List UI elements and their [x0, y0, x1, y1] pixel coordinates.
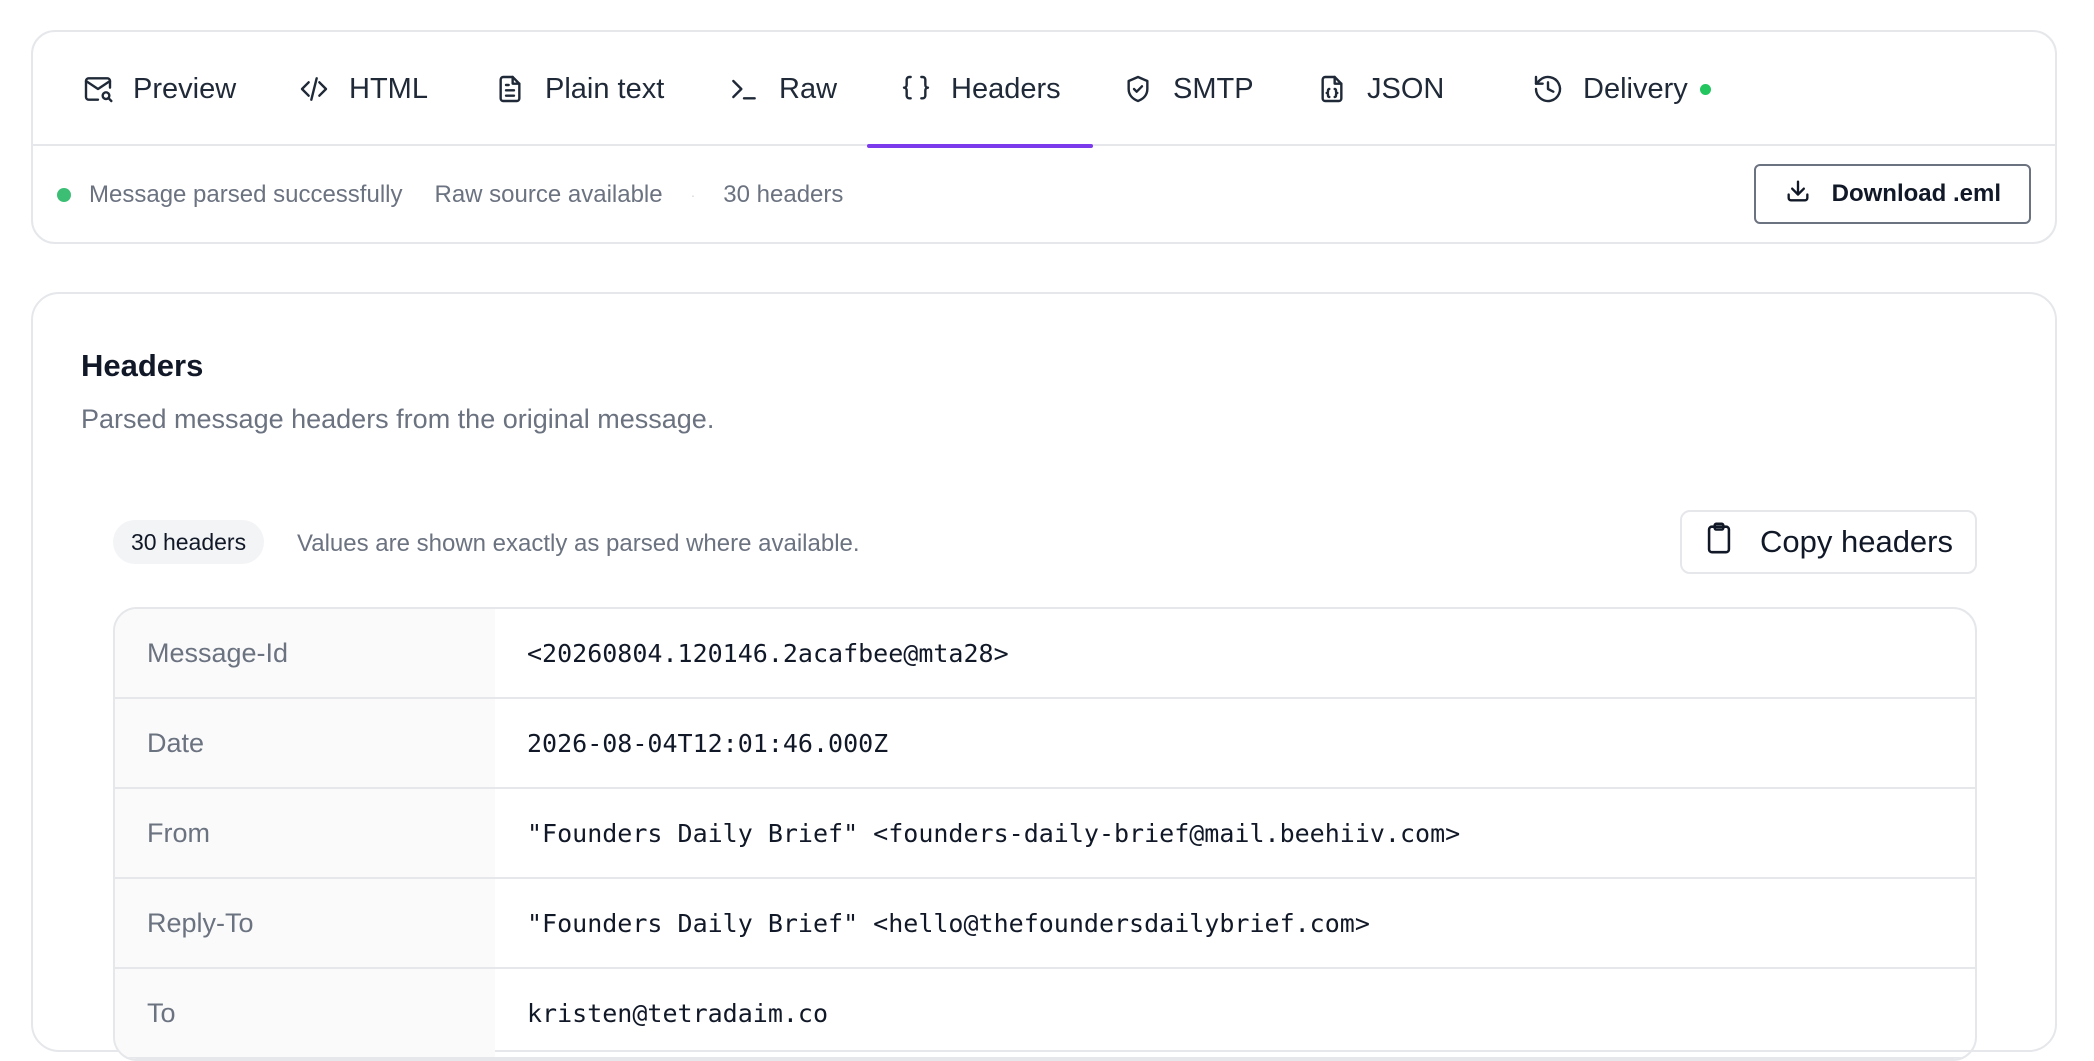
values-note: Values are shown exactly as parsed where… — [297, 530, 860, 557]
table-row: To kristen@tetradaim.co — [115, 969, 1975, 1059]
parse-status-text: Message parsed successfully — [89, 181, 403, 208]
tab-label: Raw — [779, 72, 838, 105]
tab-label: Preview — [133, 72, 237, 105]
tab-label: SMTP — [1173, 72, 1254, 105]
header-count-badge: 30 headers — [113, 520, 265, 564]
table-row: Reply-To "Founders Daily Brief" <hello@t… — [115, 879, 1975, 969]
page-subtitle: Parsed message headers from the original… — [81, 404, 715, 434]
header-value: "Founders Daily Brief" <founders-daily-b… — [527, 818, 1461, 848]
download-eml-button[interactable]: Download .eml — [1753, 164, 2031, 224]
tab-label: HTML — [349, 72, 428, 105]
tab-raw[interactable]: Raw — [727, 32, 837, 146]
parse-status-row: Message parsed successfully Raw source a… — [33, 146, 2055, 244]
copy-headers-label: Copy headers — [1759, 524, 1953, 559]
raw-source-text: Raw source available — [434, 181, 663, 208]
tab-plain-text[interactable]: Plain text — [493, 32, 664, 146]
header-value: 2026-08-04T12:01:46.000Z — [527, 728, 889, 758]
header-key: Reply-To — [115, 879, 495, 967]
tab-headers[interactable]: Headers — [867, 32, 1093, 148]
tab-label: Delivery — [1583, 72, 1688, 105]
separator-dot: · — [690, 187, 696, 203]
header-key: Message-Id — [115, 609, 495, 697]
tab-label: Headers — [951, 72, 1061, 105]
terminal-icon — [727, 72, 761, 106]
header-value: "Founders Daily Brief" <hello@thefounder… — [527, 908, 1370, 938]
tab-bar: Preview HTML Plain text Raw Headers SMTP… — [33, 32, 2055, 148]
braces-icon — [899, 72, 933, 106]
headers-table: Message-Id <20260804.120146.2acafbee@mta… — [113, 607, 1977, 1061]
clipboard-icon — [1704, 521, 1734, 563]
tab-json[interactable]: JSON — [1315, 32, 1444, 146]
header-key: From — [115, 789, 495, 877]
tab-preview[interactable]: Preview — [81, 32, 236, 146]
message-view-card: Preview HTML Plain text Raw Headers SMTP… — [31, 30, 2057, 244]
file-text-icon — [493, 72, 527, 106]
status-dot — [57, 188, 71, 202]
table-row: Message-Id <20260804.120146.2acafbee@mta… — [115, 609, 1975, 699]
header-value: <20260804.120146.2acafbee@mta28> — [527, 638, 1009, 668]
table-row: From "Founders Daily Brief" <founders-da… — [115, 789, 1975, 879]
tab-label: JSON — [1367, 72, 1445, 105]
tab-html[interactable]: HTML — [297, 32, 428, 146]
copy-headers-button[interactable]: Copy headers — [1679, 510, 1977, 574]
file-json-icon — [1315, 72, 1349, 106]
mail-search-icon — [81, 72, 115, 106]
delivery-status-dot — [1699, 83, 1711, 95]
code-icon — [297, 72, 331, 106]
header-key: To — [115, 969, 495, 1057]
table-row: Date 2026-08-04T12:01:46.000Z — [115, 699, 1975, 789]
headers-card: Headers Parsed message headers from the … — [31, 292, 2057, 1061]
header-value: kristen@tetradaim.co — [527, 998, 829, 1028]
tab-delivery[interactable]: Delivery — [1531, 32, 1711, 146]
download-icon — [1784, 177, 1812, 212]
shield-check-icon — [1121, 72, 1155, 106]
tab-label: Plain text — [545, 72, 665, 105]
tab-smtp[interactable]: SMTP — [1121, 32, 1254, 146]
header-key: Date — [115, 699, 495, 787]
header-count-text: 30 headers — [723, 181, 844, 208]
page-title: Headers — [81, 348, 204, 383]
download-label: Download .eml — [1831, 180, 2001, 207]
history-icon — [1531, 72, 1565, 106]
